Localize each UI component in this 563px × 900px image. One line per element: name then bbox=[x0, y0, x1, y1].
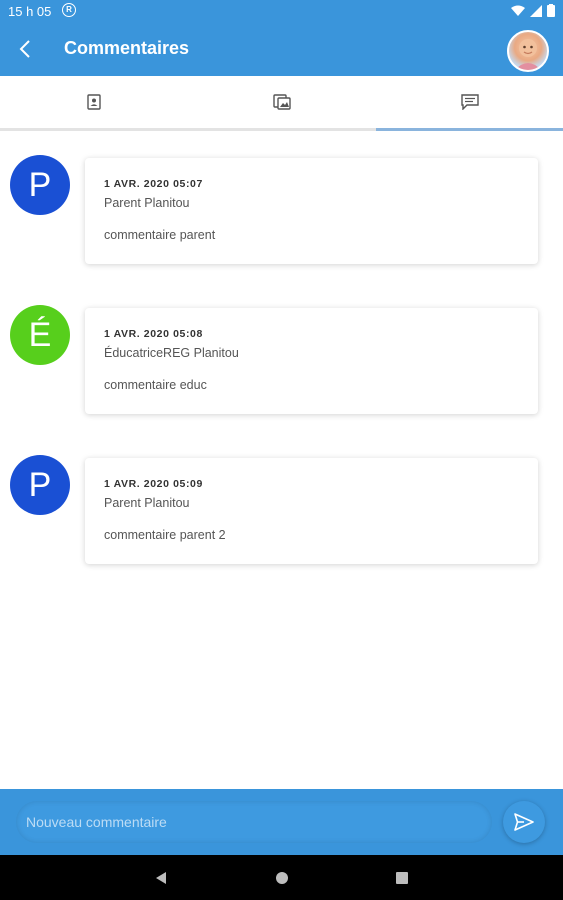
r-circle-icon: R bbox=[62, 3, 76, 17]
wifi-icon bbox=[511, 5, 525, 16]
tab-bar bbox=[0, 76, 563, 131]
nav-back-button[interactable] bbox=[141, 855, 181, 900]
status-icons bbox=[511, 4, 555, 17]
list-item: P 1 AVR. 2020 05:07 Parent Planitou comm… bbox=[0, 131, 563, 264]
comment-card: 1 AVR. 2020 05:08 ÉducatriceREG Planitou… bbox=[85, 308, 538, 414]
nav-recents-button[interactable] bbox=[382, 855, 422, 900]
nav-home-button[interactable] bbox=[262, 855, 302, 900]
square-recents-icon bbox=[396, 871, 408, 884]
comment-date: 1 AVR. 2020 05:08 bbox=[104, 328, 203, 340]
comment-date: 1 AVR. 2020 05:09 bbox=[104, 478, 203, 490]
send-icon bbox=[514, 813, 534, 831]
triangle-back-icon bbox=[156, 871, 166, 884]
signal-icon bbox=[530, 4, 542, 17]
comment-text: commentaire educ bbox=[104, 378, 207, 392]
comment-author: ÉducatriceREG Planitou bbox=[104, 346, 239, 360]
comment-date: 1 AVR. 2020 05:07 bbox=[104, 178, 203, 190]
send-button[interactable] bbox=[503, 801, 545, 843]
list-item: P 1 AVR. 2020 05:09 Parent Planitou comm… bbox=[0, 431, 563, 564]
comment-author: Parent Planitou bbox=[104, 196, 190, 210]
app-bar: Commentaires bbox=[0, 24, 563, 76]
status-time: 15 h 05 bbox=[8, 4, 52, 19]
author-avatar: P bbox=[10, 155, 70, 215]
tab-photos[interactable] bbox=[188, 76, 375, 128]
comment-card: 1 AVR. 2020 05:07 Parent Planitou commen… bbox=[85, 158, 538, 264]
contact-card-icon bbox=[86, 94, 101, 110]
system-nav-bar bbox=[0, 855, 563, 900]
comment-text: commentaire parent bbox=[104, 228, 216, 242]
battery-icon bbox=[547, 4, 555, 17]
list-item: É 1 AVR. 2020 05:08 ÉducatriceREG Planit… bbox=[0, 281, 563, 414]
image-card-icon bbox=[272, 94, 291, 110]
new-comment-input[interactable] bbox=[16, 801, 492, 843]
status-bar: 15 h 05 R bbox=[0, 0, 563, 24]
page-title: Commentaires bbox=[64, 38, 190, 58]
tab-profile[interactable] bbox=[0, 76, 187, 128]
circle-home-icon bbox=[276, 871, 288, 884]
comment-text: commentaire parent 2 bbox=[104, 528, 226, 542]
avatar[interactable] bbox=[507, 30, 549, 72]
comments-icon bbox=[460, 94, 479, 110]
author-avatar: P bbox=[10, 455, 70, 515]
tab-comments[interactable] bbox=[376, 76, 563, 128]
comment-composer bbox=[0, 789, 563, 855]
comment-card: 1 AVR. 2020 05:09 Parent Planitou commen… bbox=[85, 458, 538, 564]
author-avatar: É bbox=[10, 305, 70, 365]
comment-author: Parent Planitou bbox=[104, 496, 190, 510]
back-arrow-icon[interactable] bbox=[14, 37, 36, 61]
